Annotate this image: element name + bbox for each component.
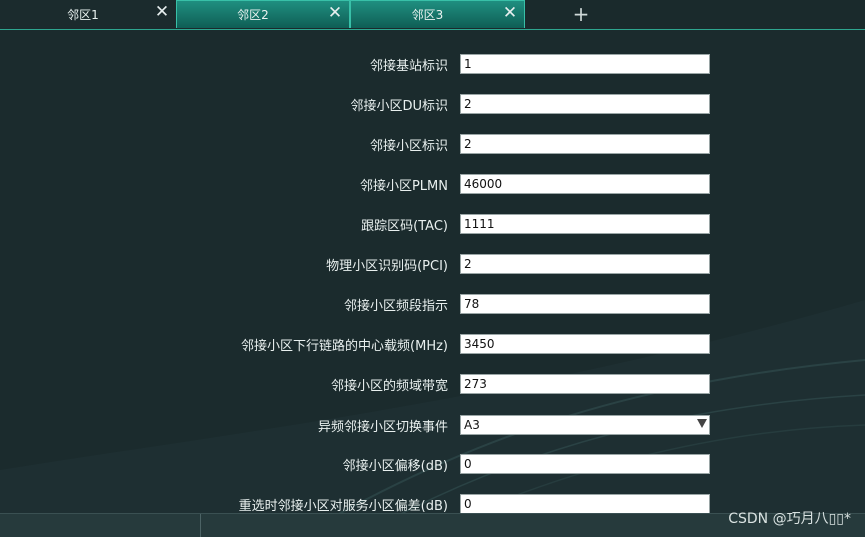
field-label: 物理小区识别码(PCI) [326,259,448,274]
field-label: 邻接小区偏移(dB) [342,459,448,474]
form-row: 邻接小区频段指示 [0,294,720,314]
band-indicator-input[interactable] [460,294,710,314]
add-tab-icon[interactable] [570,3,592,25]
field-label: 重选时邻接小区对服务小区偏差(dB) [238,499,448,514]
handover-event-select[interactable]: A3 [460,415,710,435]
field-label: 邻接小区下行链路的中心载频(MHz) [241,339,448,354]
dl-center-freq-input[interactable] [460,334,710,354]
form-row: 物理小区识别码(PCI) [0,254,720,274]
tab-neighbor-1[interactable]: 邻区1 [0,0,176,28]
field-label: 邻接小区频段指示 [343,299,448,314]
neighbor-du-id-input[interactable] [460,94,710,114]
tab-label: 邻区1 [67,7,99,22]
dropdown-arrow-icon[interactable] [697,419,707,428]
form-row: 重选时邻接小区对服务小区偏差(dB) [0,494,720,514]
form-row: 邻接小区标识 [0,134,720,154]
field-label: 邻接小区的频域带宽 [330,379,448,394]
form-row: 邻接小区下行链路的中心载频(MHz) [0,334,720,354]
form-row: 邻接小区的频域带宽 [0,374,720,394]
tac-input[interactable] [460,214,710,234]
field-label: 邻接小区PLMN [359,179,448,194]
watermark: CSDN @巧月八▯▯* [728,511,851,527]
form-row: 邻接基站标识 [0,54,720,74]
tab-neighbor-3[interactable]: 邻区3 [350,0,525,28]
form-row: 邻接小区DU标识 [0,94,720,114]
reselection-offset-input[interactable] [460,494,710,514]
pci-input[interactable] [460,254,710,274]
cell-offset-input[interactable] [460,454,710,474]
form-row: 异频邻接小区切换事件 A3 [0,415,720,435]
close-icon[interactable] [154,4,170,20]
neighbor-cell-id-input[interactable] [460,134,710,154]
neighbor-plmn-input[interactable] [460,174,710,194]
field-label: 跟踪区码(TAC) [361,219,448,234]
form-row: 跟踪区码(TAC) [0,214,720,234]
status-divider [200,514,201,537]
tab-bar: 邻区1 邻区2 邻区3 [0,0,865,30]
tab-label: 邻区3 [411,8,444,22]
bandwidth-input[interactable] [460,374,710,394]
tab-neighbor-2[interactable]: 邻区2 [176,0,350,28]
form-row: 邻接小区PLMN [0,174,720,194]
field-label: 异频邻接小区切换事件 [317,420,448,435]
field-label: 邻接基站标识 [369,59,448,74]
close-icon[interactable] [502,5,518,21]
neighbor-gnb-id-input[interactable] [460,54,710,74]
select-value: A3 [464,418,480,432]
field-label: 邻接小区标识 [369,139,448,154]
field-label: 邻接小区DU标识 [350,99,448,114]
tab-label: 邻区2 [237,8,269,22]
form-row: 邻接小区偏移(dB) [0,454,720,474]
close-icon[interactable] [327,5,343,21]
